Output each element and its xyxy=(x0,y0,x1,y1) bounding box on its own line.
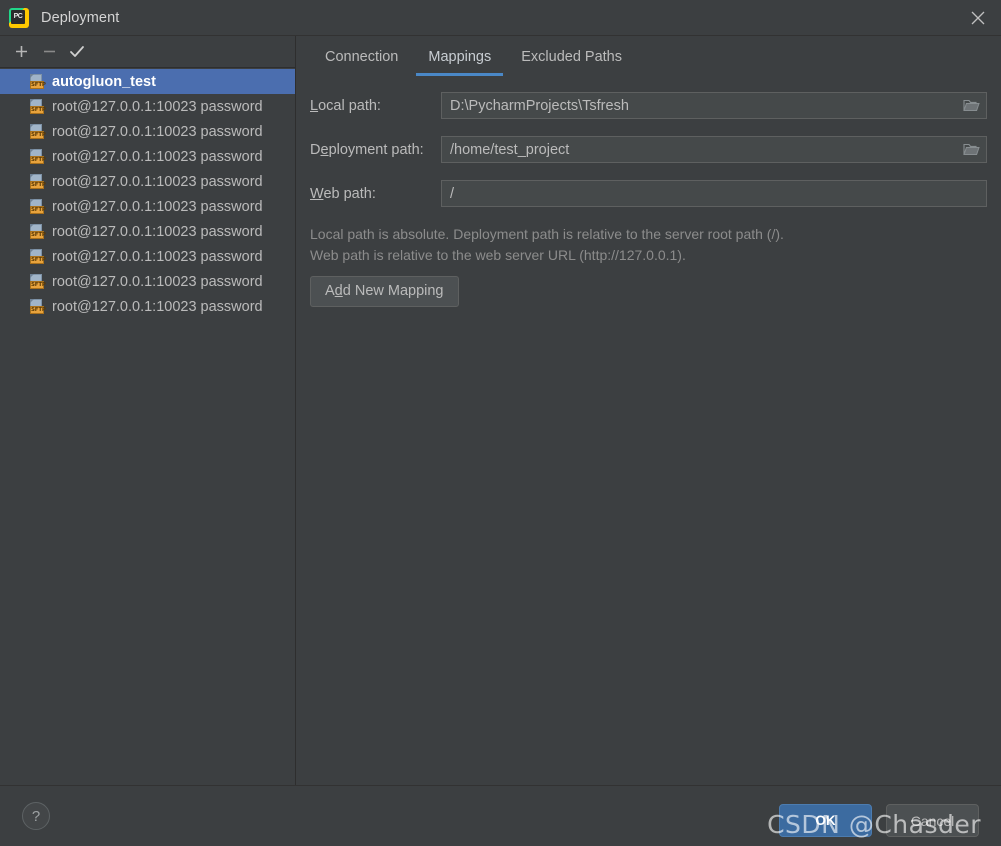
list-item-label: root@127.0.0.1:10023 password xyxy=(52,198,263,215)
dialog-body: SFTP autogluon_test SFTP root@127.0.0.1:… xyxy=(0,36,1001,785)
sftp-icon: SFTP xyxy=(29,248,46,265)
tab-bar: Connection Mappings Excluded Paths xyxy=(296,36,1001,76)
folder-icon[interactable] xyxy=(956,137,986,162)
list-item[interactable]: SFTP root@127.0.0.1:10023 password xyxy=(0,94,295,119)
server-list-toolbar xyxy=(0,36,295,68)
help-label: ? xyxy=(31,807,41,825)
sftp-icon: SFTP xyxy=(29,73,46,90)
server-list-panel: SFTP autogluon_test SFTP root@127.0.0.1:… xyxy=(0,36,296,785)
list-item[interactable]: SFTP root@127.0.0.1:10023 password xyxy=(0,169,295,194)
deployment-dialog: PC Deployment SFTP autogluon_test SFTP r… xyxy=(0,0,1001,846)
list-item[interactable]: SFTP root@127.0.0.1:10023 password xyxy=(0,144,295,169)
check-icon[interactable] xyxy=(64,40,90,64)
mappings-form: Local path: D:\PycharmProjects\Tsfresh D… xyxy=(296,74,1001,785)
local-path-value: D:\PycharmProjects\Tsfresh xyxy=(450,97,629,114)
sftp-icon: SFTP xyxy=(29,273,46,290)
list-item[interactable]: SFTP root@127.0.0.1:10023 password xyxy=(0,219,295,244)
web-path-label: Web path: xyxy=(310,185,376,202)
ok-button[interactable]: OK xyxy=(779,804,872,837)
local-path-row: Local path: D:\PycharmProjects\Tsfresh xyxy=(310,92,987,119)
dialog-footer: ? OK Cancel CSDN @Chasder xyxy=(0,785,1001,846)
plus-icon[interactable] xyxy=(8,40,34,64)
folder-icon[interactable] xyxy=(956,93,986,118)
local-path-input[interactable]: D:\PycharmProjects\Tsfresh xyxy=(441,92,987,119)
sftp-icon: SFTP xyxy=(29,298,46,315)
tab-connection[interactable]: Connection xyxy=(310,49,413,74)
list-item-label: root@127.0.0.1:10023 password xyxy=(52,148,263,165)
hint-line-1: Local path is absolute. Deployment path … xyxy=(310,226,784,242)
list-item-label: root@127.0.0.1:10023 password xyxy=(52,248,263,265)
list-item-label: root@127.0.0.1:10023 password xyxy=(52,173,263,190)
list-item-label: autogluon_test xyxy=(52,73,156,90)
list-item-label: root@127.0.0.1:10023 password xyxy=(52,98,263,115)
pycharm-logo-icon: PC xyxy=(9,7,29,28)
list-item-label: root@127.0.0.1:10023 password xyxy=(52,298,263,315)
deployment-path-row: Deployment path: /home/test_project xyxy=(310,136,987,163)
hint-line-2: Web path is relative to the web server U… xyxy=(310,247,686,263)
question-mark-icon[interactable]: ? xyxy=(22,802,50,830)
mappings-hint: Local path is absolute. Deployment path … xyxy=(310,224,987,266)
cancel-button[interactable]: Cancel xyxy=(886,804,979,837)
sftp-icon: SFTP xyxy=(29,223,46,240)
server-list[interactable]: SFTP autogluon_test SFTP root@127.0.0.1:… xyxy=(0,68,295,785)
sftp-icon: SFTP xyxy=(29,98,46,115)
list-item[interactable]: SFTP root@127.0.0.1:10023 password xyxy=(0,119,295,144)
list-item-label: root@127.0.0.1:10023 password xyxy=(52,273,263,290)
title-bar: PC Deployment xyxy=(0,0,1001,36)
list-item[interactable]: SFTP root@127.0.0.1:10023 password xyxy=(0,269,295,294)
list-item[interactable]: SFTP autogluon_test xyxy=(0,69,295,94)
list-item-label: root@127.0.0.1:10023 password xyxy=(52,223,263,240)
local-path-label: Local path: xyxy=(310,97,381,114)
list-item[interactable]: SFTP root@127.0.0.1:10023 password xyxy=(0,244,295,269)
close-icon[interactable] xyxy=(955,0,1001,35)
web-path-row: Web path: / xyxy=(310,180,987,207)
sftp-icon: SFTP xyxy=(29,173,46,190)
web-path-input[interactable]: / xyxy=(441,180,987,207)
deployment-path-value: /home/test_project xyxy=(450,141,570,158)
deployment-path-input[interactable]: /home/test_project xyxy=(441,136,987,163)
deployment-path-label: Deployment path: xyxy=(310,141,424,158)
window-title: Deployment xyxy=(41,9,120,26)
tab-excluded-paths[interactable]: Excluded Paths xyxy=(506,49,637,74)
minus-icon[interactable] xyxy=(36,40,62,64)
dialog-button-group: OK Cancel xyxy=(779,804,979,837)
sftp-icon: SFTP xyxy=(29,198,46,215)
list-item[interactable]: SFTP root@127.0.0.1:10023 password xyxy=(0,194,295,219)
sftp-icon: SFTP xyxy=(29,148,46,165)
tab-mappings[interactable]: Mappings xyxy=(413,49,506,76)
sftp-icon: SFTP xyxy=(29,123,46,140)
web-path-value: / xyxy=(450,185,455,202)
settings-panel: Connection Mappings Excluded Paths Local… xyxy=(296,36,1001,785)
list-item-label: root@127.0.0.1:10023 password xyxy=(52,123,263,140)
list-item[interactable]: SFTP root@127.0.0.1:10023 password xyxy=(0,294,295,319)
add-new-mapping-button[interactable]: Add New Mapping xyxy=(310,276,459,307)
